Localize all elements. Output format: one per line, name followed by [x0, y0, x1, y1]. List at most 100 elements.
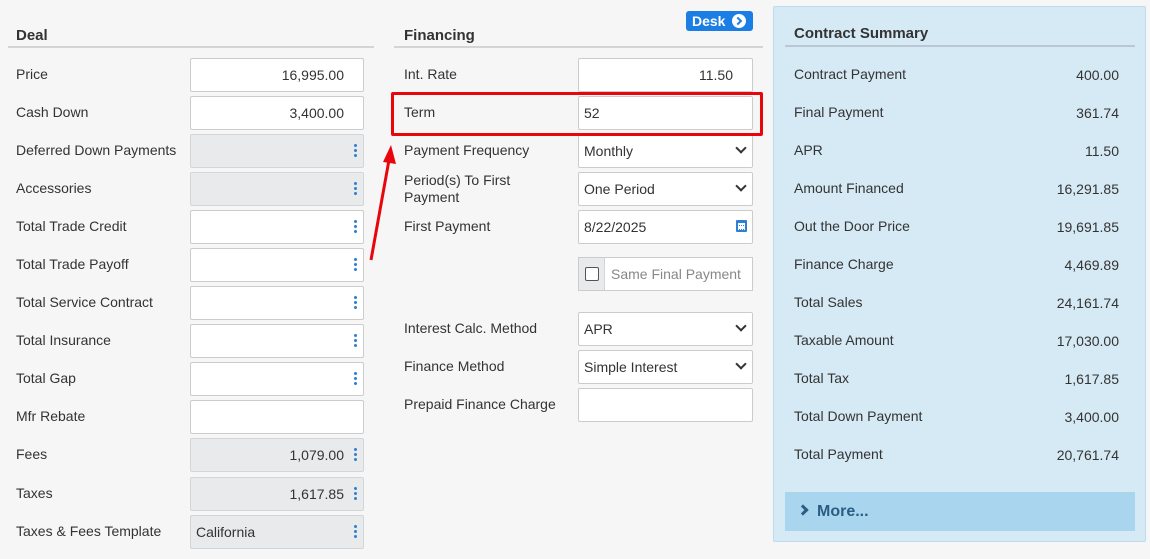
same-final-payment-checkbox[interactable]: [585, 267, 599, 281]
interest-calc-method-label: Interest Calc. Method: [404, 320, 538, 336]
deal-row-label: Total Service Contract: [16, 294, 153, 310]
periods-label-line2: Payment: [404, 189, 460, 205]
financing-section-title: Financing: [404, 27, 475, 44]
summary-row-label: APR: [794, 142, 823, 158]
summary-row-value: 16,291.85: [1056, 181, 1119, 197]
annotation-arrow: [369, 145, 396, 261]
int-rate-label: Int. Rate: [404, 66, 457, 82]
deal-row-field[interactable]: [190, 362, 364, 396]
deal-row-field[interactable]: 1,617.85: [190, 477, 364, 511]
same-final-payment-group: Same Final Payment: [578, 257, 753, 291]
deal-row-field[interactable]: 3,400.00: [190, 96, 364, 130]
contract-summary-title: Contract Summary: [794, 25, 929, 42]
deal-row-label: Taxes & Fees Template: [16, 523, 162, 539]
chevron-right-icon: [797, 504, 809, 516]
summary-row-value: 17,030.00: [1056, 333, 1119, 349]
kebab-menu-icon[interactable]: [354, 487, 357, 501]
desk-button-label: Desk: [692, 13, 726, 29]
calendar-icon[interactable]: [736, 220, 747, 232]
summary-row-label: Finance Charge: [794, 256, 894, 272]
kebab-menu-icon[interactable]: [354, 296, 357, 310]
deal-section-title: Deal: [16, 27, 48, 44]
deal-row-value: 1,079.00: [289, 447, 345, 463]
contract-summary-divider: [785, 45, 1135, 47]
kebab-menu-icon[interactable]: [354, 220, 357, 234]
deal-row-field[interactable]: [190, 134, 364, 168]
first-payment-value: 8/22/2025: [584, 219, 647, 235]
deal-row-label: Mfr Rebate: [16, 408, 86, 424]
term-highlight-box: [391, 92, 763, 136]
periods-value: One Period: [584, 181, 655, 197]
deal-row-value: California: [196, 524, 256, 540]
kebab-menu-icon[interactable]: [354, 372, 357, 386]
same-final-payment-label: Same Final Payment: [611, 266, 741, 282]
kebab-menu-icon[interactable]: [354, 448, 357, 462]
more-button[interactable]: More...: [785, 492, 1135, 531]
kebab-menu-icon[interactable]: [354, 334, 357, 348]
int-rate-value: 11.50: [699, 67, 733, 83]
payment-frequency-label: Payment Frequency: [404, 142, 530, 158]
deal-row-field[interactable]: [190, 324, 364, 358]
summary-row-label: Total Down Payment: [794, 408, 923, 424]
deal-row-label: Total Gap: [16, 370, 76, 386]
summary-row-label: Total Sales: [794, 294, 863, 310]
deal-row-field[interactable]: [190, 400, 364, 434]
summary-row-value: 1,617.85: [1064, 371, 1120, 387]
more-button-label: More...: [817, 503, 869, 520]
desk-button[interactable]: Desk: [686, 11, 753, 31]
summary-row-label: Total Payment: [794, 446, 883, 462]
deal-row-label: Price: [16, 66, 48, 82]
deal-row-value: 1,617.85: [289, 486, 345, 502]
finance-method-value: Simple Interest: [584, 359, 678, 375]
payment-frequency-select[interactable]: Monthly: [578, 134, 753, 168]
kebab-menu-icon[interactable]: [354, 258, 357, 272]
periods-label-line1: Period(s) To First: [404, 172, 511, 188]
summary-row-value: 400.00: [1076, 67, 1119, 83]
deal-row-field[interactable]: 16,995.00: [190, 58, 364, 92]
summary-row-value: 4,469.89: [1064, 257, 1120, 273]
deal-row-field[interactable]: [190, 210, 364, 244]
deal-row-label: Cash Down: [16, 104, 89, 120]
financing-section-divider: [394, 46, 763, 48]
summary-row-label: Out the Door Price: [794, 218, 910, 234]
periods-to-first-payment-select[interactable]: One Period: [578, 172, 753, 206]
deal-row-value: 3,400.00: [289, 105, 345, 121]
arrow-right-circle-icon: [732, 14, 746, 28]
chevron-down-icon: [735, 180, 747, 192]
chevron-down-icon: [735, 320, 747, 332]
interest-calc-method-select[interactable]: APR: [578, 312, 753, 346]
summary-row-value: 11.50: [1085, 143, 1119, 159]
deal-row-value: 16,995.00: [281, 67, 344, 83]
deal-row-field[interactable]: [190, 286, 364, 320]
int-rate-input[interactable]: 11.50: [578, 58, 753, 92]
kebab-menu-icon[interactable]: [354, 525, 357, 539]
kebab-menu-icon[interactable]: [354, 144, 357, 158]
finance-method-select[interactable]: Simple Interest: [578, 350, 753, 384]
summary-row-label: Contract Payment: [794, 66, 907, 82]
summary-row-value: 19,691.85: [1056, 219, 1119, 235]
prepaid-finance-charge-label: Prepaid Finance Charge: [404, 396, 556, 412]
deal-row-label: Deferred Down Payments: [16, 142, 177, 158]
summary-row-value: 3,400.00: [1064, 409, 1120, 425]
kebab-menu-icon[interactable]: [354, 182, 357, 196]
deal-row-field[interactable]: California: [190, 515, 364, 549]
first-payment-date-input[interactable]: 8/22/2025: [578, 210, 753, 244]
summary-row-label: Final Payment: [794, 104, 884, 120]
prepaid-finance-charge-input[interactable]: [578, 388, 753, 422]
first-payment-label: First Payment: [404, 218, 491, 234]
summary-row-label: Taxable Amount: [794, 332, 894, 348]
same-final-payment-checkbox-area: [579, 258, 605, 290]
summary-row-value: 20,761.74: [1056, 447, 1119, 463]
chevron-down-icon: [735, 358, 747, 370]
periods-to-first-payment-label: Period(s) To First Payment: [404, 172, 510, 206]
chevron-down-icon: [735, 142, 747, 154]
deal-row-label: Taxes: [16, 485, 53, 501]
deal-row-label: Accessories: [16, 180, 92, 196]
summary-row-label: Amount Financed: [794, 180, 904, 196]
deal-row-field[interactable]: 1,079.00: [190, 438, 364, 472]
deal-row-label: Total Insurance: [16, 332, 111, 348]
deal-row-field[interactable]: [190, 248, 364, 282]
summary-row-label: Total Tax: [794, 370, 849, 386]
deal-row-label: Total Trade Payoff: [16, 256, 129, 272]
deal-row-field[interactable]: [190, 172, 364, 206]
